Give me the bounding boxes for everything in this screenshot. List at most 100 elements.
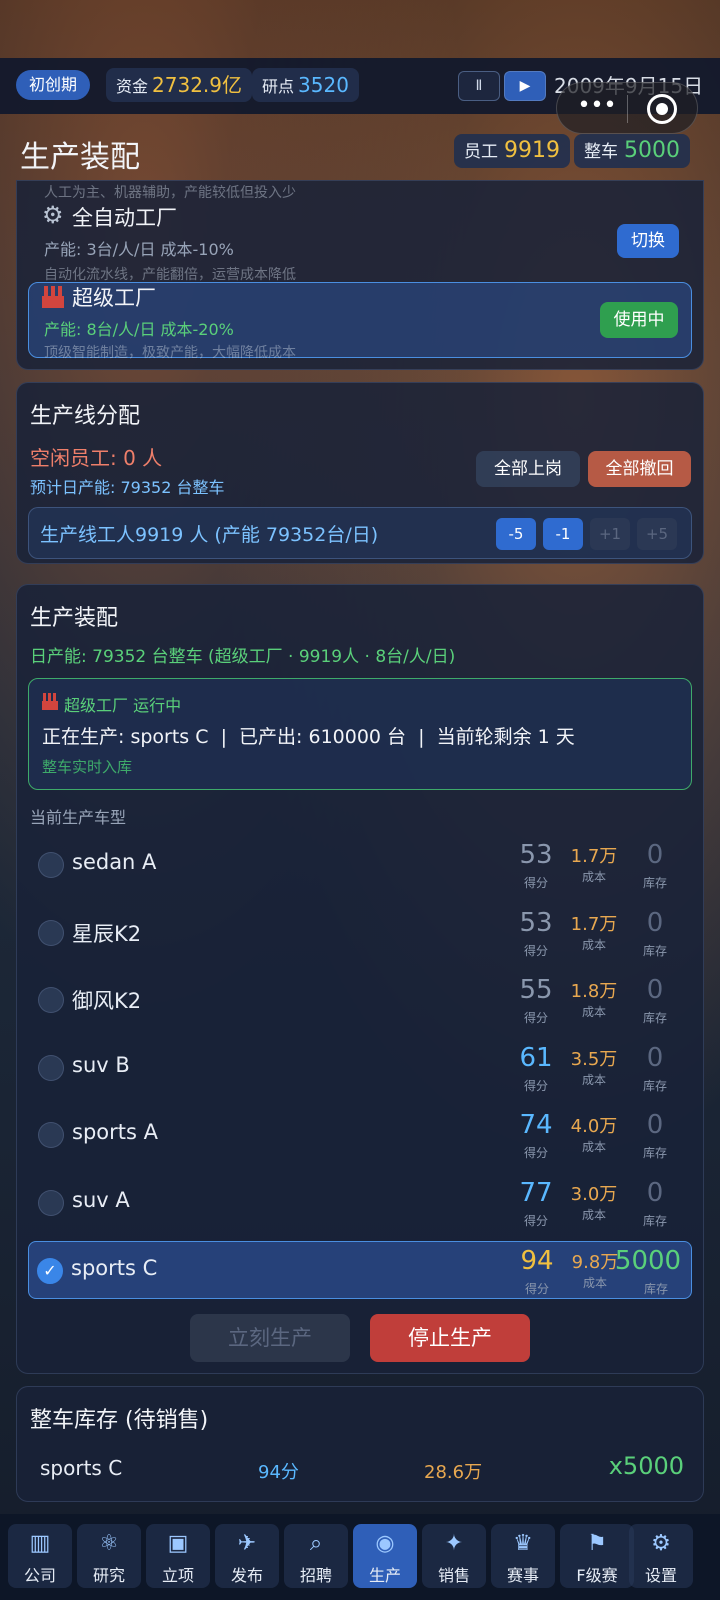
play-icon: ▶ — [519, 78, 531, 94]
research-label: 研点 — [262, 77, 295, 96]
model-stock: 0 — [646, 907, 664, 938]
cars-chip: 整车 5000 — [574, 134, 690, 168]
mini-program-capsule: ••• — [556, 82, 698, 134]
pause-icon: Ⅱ — [475, 78, 483, 94]
score-label: 得分 — [523, 943, 548, 958]
nav-label: 生产 — [368, 1566, 401, 1585]
model-row[interactable]: suv B 61 得分 3.5万 成本 0 库存 — [30, 1039, 690, 1097]
model-name: sedan A — [72, 850, 157, 874]
model-cost: 1.7万 — [570, 913, 618, 935]
phase-badge: 初创期 — [16, 70, 90, 100]
model-name: 星辰K2 — [72, 921, 142, 946]
staff-label: 员工 — [464, 142, 498, 162]
radio-icon[interactable] — [38, 919, 64, 946]
nav-item-9[interactable]: ⚙ 设置 — [629, 1524, 693, 1588]
model-stock: 0 — [646, 1042, 664, 1073]
stock-label: 库存 — [643, 1282, 668, 1296]
all-recall-button[interactable]: 全部撤回 — [588, 451, 691, 487]
in-use-button[interactable]: 使用中 — [600, 302, 678, 338]
nav-item-8[interactable]: ⚑ F级赛 — [560, 1524, 634, 1588]
model-row[interactable]: 星辰K2 53 得分 1.7万成本 0 库存 — [30, 904, 690, 962]
pause-button[interactable]: Ⅱ — [458, 71, 500, 101]
research-icon: ⚛ — [99, 1531, 119, 1556]
stock-label: 库存 — [642, 943, 667, 958]
factory-icon — [42, 692, 58, 710]
nav-item-2[interactable]: ▣ 立项 — [146, 1524, 210, 1588]
radio-icon[interactable] — [38, 1054, 64, 1081]
model-row[interactable]: suv A 77 得分 3.0万 成本 0 库存 — [30, 1174, 690, 1232]
research-value: 3520 — [298, 73, 349, 97]
model-stock: 0 — [646, 1177, 664, 1208]
super-factory-desc: 顶级智能制造，极致产能，大幅降低成本 — [44, 345, 296, 361]
model-cost: 1.7万 — [570, 846, 618, 867]
model-score: 53 — [519, 907, 553, 938]
inventory-title: 整车库存 (待销售) — [30, 1408, 209, 1433]
stock-label: 库存 — [642, 1146, 667, 1160]
minus-1-button[interactable]: -1 — [543, 518, 583, 550]
nav-item-5[interactable]: ◉ 生产 — [353, 1524, 417, 1588]
model-row[interactable]: sports A 74 得分 4.0万 成本 0 库存 — [30, 1106, 690, 1164]
model-row[interactable]: 御风K2 55 得分 1.8万 成本 0 库存 — [30, 971, 690, 1029]
model-name: suv A — [72, 1187, 130, 1212]
idle-staff: 空闲员工: 0 人 — [30, 446, 163, 470]
stock-label: 库存 — [642, 1213, 667, 1228]
models-label: 当前生产车型 — [30, 808, 127, 827]
model-stock: 0 — [646, 840, 664, 870]
factory-status-title: 超级工厂 运行中 — [64, 696, 182, 715]
model-cost: 4.0万 — [570, 1116, 618, 1137]
nav-item-0[interactable]: ▥ 公司 — [8, 1524, 72, 1588]
close-dot — [656, 103, 668, 115]
score-label: 得分 — [523, 876, 548, 890]
assembly-daily-capacity: 日产能: 79352 台整车 (超级工厂 · 9919人 · 8台/人/日) — [30, 647, 456, 667]
nav-item-7[interactable]: ♛ 赛事 — [491, 1524, 555, 1588]
stop-production-button[interactable]: 停止生产 — [370, 1314, 530, 1362]
magnify-icon: ⌕ — [309, 1531, 323, 1556]
model-score: 74 — [519, 1110, 553, 1140]
model-score: 77 — [519, 1177, 553, 1208]
cost-label: 成本 — [581, 1005, 606, 1019]
produce-now-button[interactable]: 立刻生产 — [190, 1314, 350, 1362]
capsule-divider — [627, 95, 628, 123]
nav-item-3[interactable]: ✈ 发布 — [215, 1524, 279, 1588]
model-stock: 5000 — [614, 1246, 682, 1276]
staff-value: 9919 — [504, 138, 560, 163]
nav-item-4[interactable]: ⌕ 招聘 — [284, 1524, 348, 1588]
sales-icon: ✦ — [444, 1531, 464, 1556]
funds-label: 资金 — [116, 77, 149, 96]
cost-label: 成本 — [581, 937, 606, 952]
inventory-item-qty: x5000 — [608, 1452, 684, 1480]
research-chip: 研点 3520 — [252, 68, 359, 102]
model-stock: 0 — [646, 1110, 664, 1140]
inventory-item-score: 94分 — [258, 1462, 299, 1483]
switch-factory-button[interactable]: 切换 — [617, 224, 679, 258]
minus-5-button[interactable]: -5 — [496, 518, 536, 550]
model-score: 53 — [519, 840, 553, 870]
all-on-duty-button[interactable]: 全部上岗 — [476, 451, 580, 487]
model-name: 御风K2 — [72, 989, 142, 1013]
factory-top-desc: 人工为主、机器辅助，产能较低但投入少 — [44, 185, 296, 201]
model-score: 61 — [519, 1042, 553, 1073]
model-row[interactable]: ✓ sports C 94 得分 9.8万 成本 5000 库存 — [28, 1241, 692, 1299]
nav-item-1[interactable]: ⚛ 研究 — [77, 1524, 141, 1588]
radio-icon[interactable] — [38, 852, 64, 878]
nav-label: 设置 — [644, 1566, 677, 1585]
model-cost: 3.5万 — [570, 1048, 618, 1070]
status-note: 整车实时入库 — [42, 758, 133, 776]
plus-5-button[interactable]: +5 — [637, 518, 677, 550]
model-name: suv B — [72, 1052, 130, 1077]
radio-checked-icon[interactable]: ✓ — [37, 1258, 63, 1284]
radio-icon[interactable] — [38, 987, 64, 1013]
nav-item-6[interactable]: ✦ 销售 — [422, 1524, 486, 1588]
radio-icon[interactable] — [38, 1122, 64, 1148]
plus-1-button[interactable]: +1 — [590, 518, 630, 550]
gear-icon: ⚙ — [42, 201, 64, 229]
funds-value: 2732.9亿 — [152, 73, 242, 97]
play-button[interactable]: ▶ — [504, 71, 546, 101]
close-miniprogram-icon[interactable] — [647, 94, 677, 124]
more-icon[interactable]: ••• — [577, 95, 617, 121]
radio-icon[interactable] — [38, 1189, 64, 1216]
model-row[interactable]: sedan A 53 得分 1.7万 成本 0 库存 — [30, 836, 690, 894]
super-factory-capacity: 产能: 8台/人/日 成本-20% — [44, 320, 234, 339]
model-score: 94 — [520, 1246, 554, 1276]
settings-icon: ⚙ — [651, 1531, 671, 1556]
